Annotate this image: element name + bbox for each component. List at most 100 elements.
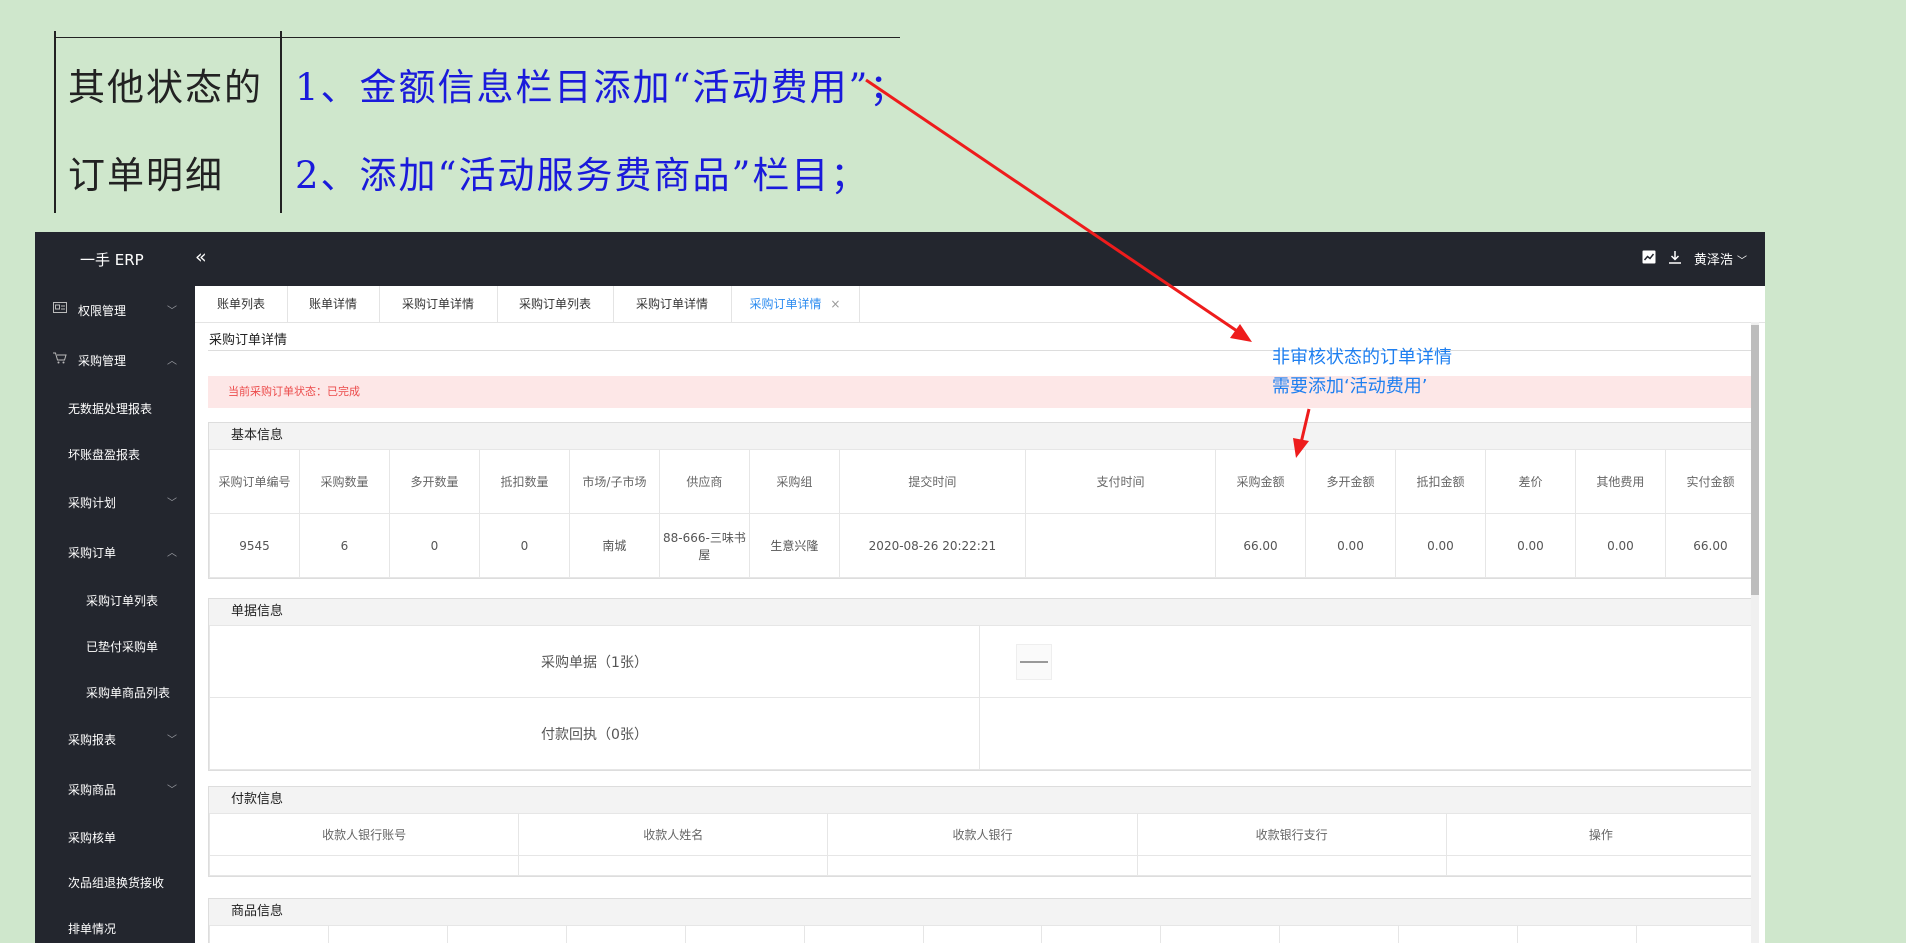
table-cell — [1024, 513, 1217, 578]
table-header: 抵扣金额 — [1394, 449, 1486, 514]
note-left-border — [54, 31, 56, 213]
table-cell — [208, 855, 520, 876]
table-header: 收款人银行 — [827, 813, 1138, 856]
doc-thumbnail-image[interactable] — [1016, 643, 1052, 680]
table-cell — [827, 855, 1138, 876]
table-cell: 生意兴隆 — [748, 513, 840, 578]
payment-info-section: 付款信息 收款人银行账号 收款人姓名 收款人银行 收款银行支行 操作 — [208, 786, 1757, 877]
chevron-down-icon: ﹀ — [167, 498, 177, 509]
download-icon[interactable] — [1668, 250, 1682, 268]
table-header — [1636, 925, 1756, 943]
sidebar-item-label: 权限管理 — [78, 304, 127, 318]
goods-info-table — [209, 925, 1756, 943]
tab-bill-list[interactable]: 账单列表 — [195, 286, 288, 322]
vertical-scrollbar[interactable] — [1751, 322, 1759, 943]
table-header — [1517, 925, 1638, 943]
table-header: 采购数量 — [298, 449, 390, 514]
chevron-down-icon: ﹀ — [167, 785, 177, 796]
tab-purchase-order-detail[interactable]: 采购订单详情 — [379, 286, 498, 322]
table-header — [565, 925, 686, 943]
doc-thumbnail-cell — [979, 697, 1757, 770]
table-cell: 2020-08-26 20:22:21 — [838, 513, 1026, 578]
table-header-row: 收款人银行账号 收款人姓名 收款人银行 收款银行支行 操作 — [208, 813, 1757, 856]
tab-label: 采购订单详情 — [749, 297, 822, 311]
table-cell: 9545 — [209, 513, 300, 578]
tab-bill-detail[interactable]: 账单详情 — [287, 286, 380, 322]
table-header: 差价 — [1484, 449, 1576, 514]
section-title: 商品信息 — [209, 899, 1756, 925]
sidebar-item-label: 采购订单列表 — [86, 594, 159, 608]
status-alert: 当前采购订单状态：已完成 — [208, 376, 1755, 408]
section-title: 单据信息 — [209, 599, 1756, 625]
table-header: 采购订单编号 — [209, 449, 300, 514]
table-header — [684, 925, 805, 943]
table-header — [327, 925, 448, 943]
page-title: 采购订单详情 — [209, 333, 288, 348]
table-row: 9545 6 0 0 南城 88-666-三味书屋 生意兴隆 2020-08-2… — [209, 513, 1757, 578]
chevron-down-icon: ﹀ — [1737, 256, 1747, 267]
table-header — [1160, 925, 1281, 943]
tab-purchase-order-detail-active[interactable]: 采购订单详情 × — [731, 286, 860, 322]
sidebar-item-label: 采购核单 — [68, 831, 117, 845]
collapse-sidebar-button[interactable]: « — [195, 246, 207, 268]
scrollbar-thumb[interactable] — [1751, 325, 1759, 595]
table-header — [209, 925, 329, 943]
table-cell: 0 — [478, 513, 570, 578]
table-header-row — [209, 925, 1756, 943]
close-icon[interactable]: × — [830, 297, 840, 311]
note-right-line2: 2、添加“活动服务费商品”栏目； — [295, 154, 870, 197]
table-cell — [1136, 855, 1447, 876]
sidebar-item-label: 已垫付采购单 — [86, 640, 159, 654]
tab-purchase-order-list[interactable]: 采购订单列表 — [497, 286, 614, 322]
goods-info-section: 商品信息 — [208, 898, 1757, 943]
table-header — [1398, 925, 1519, 943]
note-divider — [280, 31, 282, 213]
annotation-line2: 需要添加‘活动费用’ — [1272, 376, 1428, 397]
table-row — [208, 855, 1757, 876]
table-header: 收款人银行账号 — [208, 813, 520, 856]
table-row: 采购单据（1张） — [209, 625, 1757, 698]
app-logo: 一手 ERP — [80, 251, 144, 269]
top-bar: 一手 ERP « 黄泽浩 ﹀ — [35, 232, 1765, 286]
sidebar-item-label: 采购报表 — [68, 733, 117, 747]
sidebar-item-label: 采购管理 — [78, 354, 127, 368]
table-header — [803, 925, 924, 943]
chevron-down-icon: ﹀ — [167, 306, 177, 317]
tab-purchase-order-detail[interactable]: 采购订单详情 — [613, 286, 732, 322]
table-header: 多开金额 — [1304, 449, 1396, 514]
table-header: 收款银行支行 — [1136, 813, 1447, 856]
note-top-line — [54, 37, 900, 38]
cart-icon — [53, 352, 67, 367]
table-cell — [1445, 855, 1757, 876]
docs-info-table: 采购单据（1张） 付款回执（0张） — [209, 625, 1757, 770]
table-cell: 南城 — [568, 513, 660, 578]
docs-info-section: 单据信息 采购单据（1张） 付款回执（0张） — [208, 598, 1757, 771]
sidebar-item-label: 排单情况 — [68, 922, 117, 936]
table-cell: 6 — [298, 513, 390, 578]
sidebar: 权限管理 ﹀ 采购管理 ︿ 无数据处理报表 坏账盘盈报表 采购计划 ﹀ 采购订单… — [35, 286, 195, 943]
user-name: 黄泽浩 — [1693, 253, 1733, 268]
table-header: 供应商 — [658, 449, 750, 514]
sidebar-item-label: 采购商品 — [68, 783, 117, 797]
table-cell: 88-666-三味书屋 — [658, 513, 750, 578]
sidebar-item-label: 坏账盘盈报表 — [68, 448, 141, 462]
table-header: 其他费用 — [1574, 449, 1666, 514]
user-menu[interactable]: 黄泽浩 ﹀ — [1694, 249, 1747, 268]
table-header: 多开数量 — [388, 449, 480, 514]
table-cell: 0.00 — [1484, 513, 1576, 578]
chevron-down-icon: ﹀ — [167, 735, 177, 746]
tab-bar: 账单列表 账单详情 采购订单详情 采购订单列表 采购订单详情 采购订单详情 × — [195, 286, 1765, 323]
chevron-up-icon: ︿ — [167, 356, 177, 367]
annotation-line1: 非审核状态的订单详情 — [1272, 347, 1452, 368]
table-header: 操作 — [1445, 813, 1757, 856]
table-cell: 66.00 — [1664, 513, 1757, 578]
chart-icon[interactable] — [1642, 250, 1656, 268]
table-header: 提交时间 — [838, 449, 1026, 514]
table-header — [446, 925, 567, 943]
section-title: 基本信息 — [209, 423, 1756, 449]
table-cell: 0 — [388, 513, 480, 578]
table-header: 采购组 — [748, 449, 840, 514]
doc-label: 付款回执（0张） — [209, 697, 980, 770]
note-left-line1: 其他状态的 — [68, 66, 263, 109]
sidebar-item-label: 采购订单 — [68, 546, 117, 560]
